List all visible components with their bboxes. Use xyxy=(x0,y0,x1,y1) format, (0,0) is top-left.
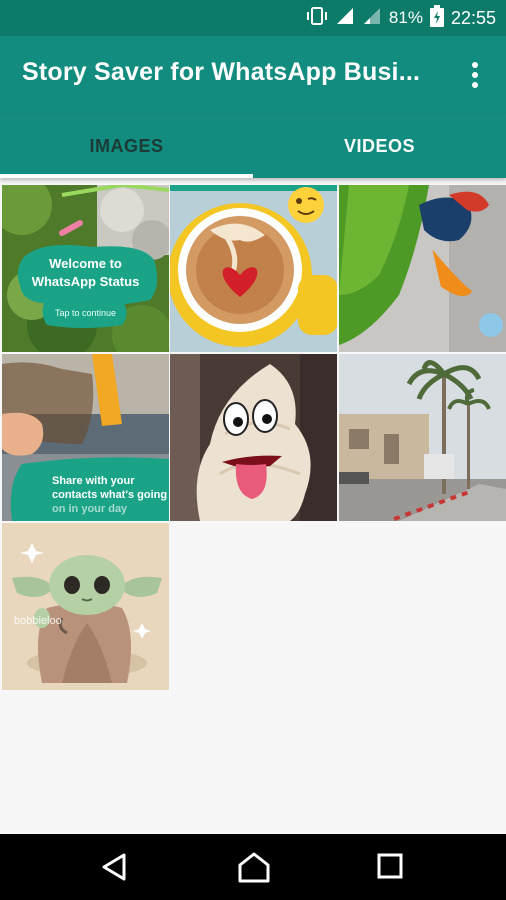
status-thumbnail[interactable]: Share with your contacts what's going on… xyxy=(2,354,169,521)
overlay-text: WhatsApp Status xyxy=(31,274,140,289)
tab-indicator xyxy=(0,174,253,178)
status-thumbnail[interactable] xyxy=(170,185,337,352)
overlay-text: Share with your xyxy=(52,475,135,487)
status-thumbnail[interactable] xyxy=(170,354,337,521)
signal-icon xyxy=(335,6,355,31)
status-bar: 81% 22:55 xyxy=(0,0,506,36)
back-icon[interactable] xyxy=(96,849,136,885)
navigation-bar xyxy=(0,834,506,900)
status-thumbnail[interactable]: Welcome to WhatsApp Status Tap to contin… xyxy=(2,185,169,352)
battery-percent: 81% xyxy=(388,8,423,27)
tab-videos[interactable]: VIDEOS xyxy=(253,114,506,178)
status-image-grid: Welcome to WhatsApp Status Tap to contin… xyxy=(0,184,506,834)
battery-icon xyxy=(429,4,444,32)
tab-images[interactable]: IMAGES xyxy=(0,114,253,178)
status-thumbnail[interactable] xyxy=(339,354,506,521)
watermark: bobbieloo xyxy=(14,615,62,627)
vibrate-icon xyxy=(306,6,328,31)
overlay-text: contacts what's going xyxy=(52,489,168,501)
overlay-text: Welcome to xyxy=(49,256,122,271)
signal-icon xyxy=(362,6,382,31)
overlay-text: Tap to continue xyxy=(54,308,117,318)
clock: 22:55 xyxy=(450,7,496,28)
tab-bar: IMAGES VIDEOS xyxy=(0,114,506,178)
overlay-text: on in your day xyxy=(52,503,128,515)
app-title: Story Saver for WhatsApp Busi... xyxy=(22,58,421,86)
app-bar: Story Saver for WhatsApp Busi... xyxy=(0,36,506,114)
more-vert-icon[interactable] xyxy=(460,58,490,92)
home-icon[interactable] xyxy=(234,849,274,885)
recents-icon[interactable] xyxy=(370,849,410,885)
status-thumbnail[interactable]: bobbieloo xyxy=(2,523,169,690)
status-thumbnail[interactable] xyxy=(339,185,506,352)
